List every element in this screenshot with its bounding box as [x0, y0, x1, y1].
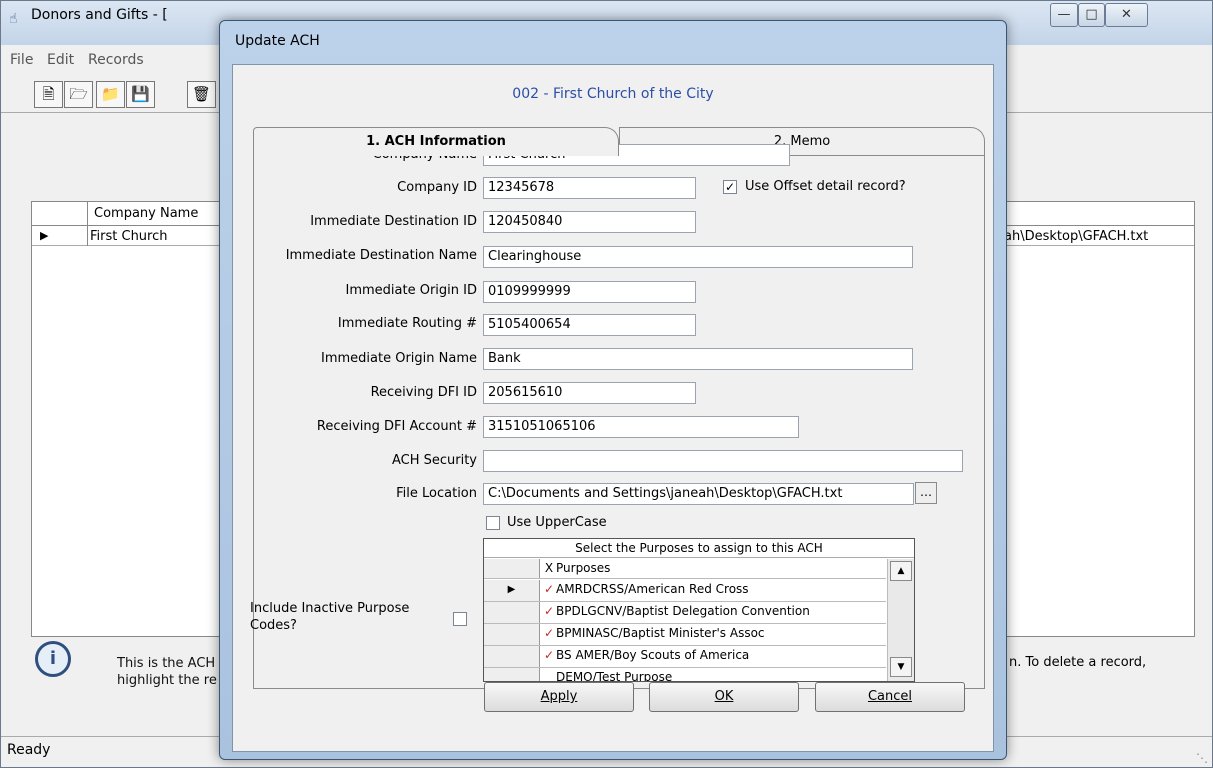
check-icon[interactable]: ✓	[542, 627, 556, 641]
grid-row-selector-column	[32, 202, 88, 246]
company-id-field[interactable]: 12345678	[483, 177, 696, 199]
ellipsis-icon: …	[920, 485, 932, 499]
ok-button[interactable]: OK	[649, 682, 799, 712]
list-item[interactable]: ▶ ✓ AMRDCRSS/American Red Cross	[484, 580, 886, 602]
open-folder-button[interactable]: 📁	[96, 81, 125, 108]
new-document-icon: 🗎	[42, 85, 55, 103]
close-icon: ✕	[1121, 7, 1132, 22]
minimize-button[interactable]: —	[1050, 3, 1078, 27]
ach-security-field[interactable]	[483, 450, 963, 472]
tab-ach-information[interactable]: 1. ACH Information	[253, 127, 619, 156]
include-inactive-checkbox[interactable]	[453, 612, 467, 626]
list-item[interactable]: ✓ BPDLGCNV/Baptist Delegation Convention	[484, 602, 886, 624]
purposes-header-row: X Purposes	[484, 559, 886, 579]
dialog-title: Update ACH	[235, 33, 320, 49]
menu-records[interactable]: Records	[88, 52, 144, 68]
save-button[interactable]: 💾	[126, 81, 155, 108]
use-offset-label: Use Offset detail record?	[745, 179, 906, 194]
header-row-selector	[484, 559, 540, 578]
maximize-icon: □	[1085, 7, 1098, 22]
check-icon[interactable]: ✓	[542, 605, 556, 619]
file-location-label: File Location	[396, 486, 477, 501]
list-item[interactable]: DEMO/Test Purpose	[484, 668, 886, 682]
save-disk-icon: 💾	[131, 85, 150, 103]
immediate-destination-id-label: Immediate Destination ID	[310, 214, 477, 229]
immediate-origin-name-label: Immediate Origin Name	[321, 351, 477, 366]
immediate-routing-label: Immediate Routing #	[337, 316, 477, 331]
check-icon[interactable]: ✓	[542, 649, 556, 663]
purpose-name: BS AMER/Boy Scouts of America	[556, 648, 750, 662]
scroll-up-button[interactable]: ▲	[890, 561, 912, 581]
use-uppercase-label: Use UpperCase	[507, 515, 607, 530]
folder-icon: 📁	[101, 85, 120, 103]
status-text: Ready	[7, 742, 51, 758]
file-location-field[interactable]: C:\Documents and Settings\janeah\Desktop…	[483, 483, 914, 505]
immediate-origin-name-field[interactable]: Bank	[483, 348, 913, 370]
check-icon[interactable]: ✓	[542, 583, 556, 597]
list-item[interactable]: ✓ BS AMER/Boy Scouts of America	[484, 646, 886, 668]
open-folder-icon: 🗁	[69, 85, 88, 103]
purposes-col-x: X	[544, 561, 554, 575]
receiving-dfi-account-label: Receiving DFI Account #	[316, 419, 477, 434]
trash-icon: 🗑	[191, 85, 212, 103]
open-button[interactable]: 🗁	[64, 81, 93, 108]
close-button[interactable]: ✕	[1105, 3, 1148, 27]
delete-button[interactable]: 🗑	[187, 81, 216, 108]
scroll-down-button[interactable]: ▼	[890, 657, 912, 677]
row-selector	[484, 668, 540, 681]
list-item[interactable]: ✓ BPMINASC/Baptist Minister's Assoc	[484, 624, 886, 646]
info-text-right: n. To delete a record,	[1009, 655, 1147, 670]
apply-button[interactable]: Apply	[484, 682, 634, 712]
purposes-grid-title: Select the Purposes to assign to this AC…	[484, 539, 914, 558]
purpose-name: AMRDCRSS/American Red Cross	[556, 582, 749, 596]
receiving-dfi-id-field[interactable]: 205615610	[483, 382, 696, 404]
menu-file[interactable]: File	[10, 52, 33, 68]
row-selector	[484, 602, 540, 623]
use-offset-checkbox[interactable]: ✓	[723, 180, 737, 194]
dialog-heading: 002 - First Church of the City	[512, 86, 714, 102]
row-selector	[484, 646, 540, 667]
triangle-down-icon: ▼	[897, 662, 905, 672]
minimize-icon: —	[1057, 7, 1071, 22]
row-pointer-icon: ▶	[484, 580, 540, 601]
empty-check-cell[interactable]	[542, 671, 556, 681]
ach-security-label: ACH Security	[391, 453, 477, 468]
new-document-button[interactable]: 🗎	[34, 81, 63, 108]
purpose-name: BPMINASC/Baptist Minister's Assoc	[556, 626, 765, 640]
resize-grip-icon[interactable]: ⋱	[1196, 751, 1208, 765]
purposes-grid: Select the Purposes to assign to this AC…	[483, 538, 915, 682]
immediate-origin-id-label: Immediate Origin ID	[345, 283, 478, 298]
purpose-name: BPDLGCNV/Baptist Delegation Convention	[556, 604, 810, 618]
main-window-title: Donors and Gifts - [	[31, 7, 168, 23]
receiving-dfi-account-field[interactable]: 3151051065106	[483, 416, 799, 438]
purposes-scrollbar[interactable]: ▲ ▼	[887, 559, 914, 681]
receiving-dfi-id-label: Receiving DFI ID	[370, 385, 477, 400]
checkmark-icon: ✓	[724, 180, 736, 194]
row-selector	[484, 624, 540, 645]
immediate-destination-name-label: Immediate Destination Name	[285, 248, 477, 263]
app-handshake-icon: ☝	[9, 11, 18, 27]
immediate-destination-id-field[interactable]: 120450840	[483, 211, 696, 233]
company-id-label: Company ID	[397, 180, 477, 195]
purposes-col-name: Purposes	[556, 561, 611, 575]
immediate-routing-field[interactable]: 5105400654	[483, 314, 696, 336]
use-uppercase-checkbox[interactable]	[486, 516, 500, 530]
grid-cell-file: eah\Desktop\GFACH.txt	[996, 229, 1149, 244]
browse-button[interactable]: …	[915, 482, 937, 504]
include-inactive-label: Include Inactive Purpose Codes?	[250, 601, 410, 633]
grid-column-company-name[interactable]: Company Name	[94, 206, 198, 221]
triangle-up-icon: ▲	[897, 566, 905, 576]
menu-edit[interactable]: Edit	[47, 52, 74, 68]
maximize-button[interactable]: □	[1078, 3, 1105, 27]
info-icon: i	[35, 641, 71, 677]
grid-cell-company: First Church	[90, 229, 168, 244]
immediate-destination-name-field[interactable]: Clearinghouse	[483, 246, 913, 268]
cancel-button[interactable]: Cancel	[815, 682, 965, 712]
purpose-name: DEMO/Test Purpose	[556, 670, 673, 682]
immediate-origin-id-field[interactable]: 0109999999	[483, 281, 696, 303]
